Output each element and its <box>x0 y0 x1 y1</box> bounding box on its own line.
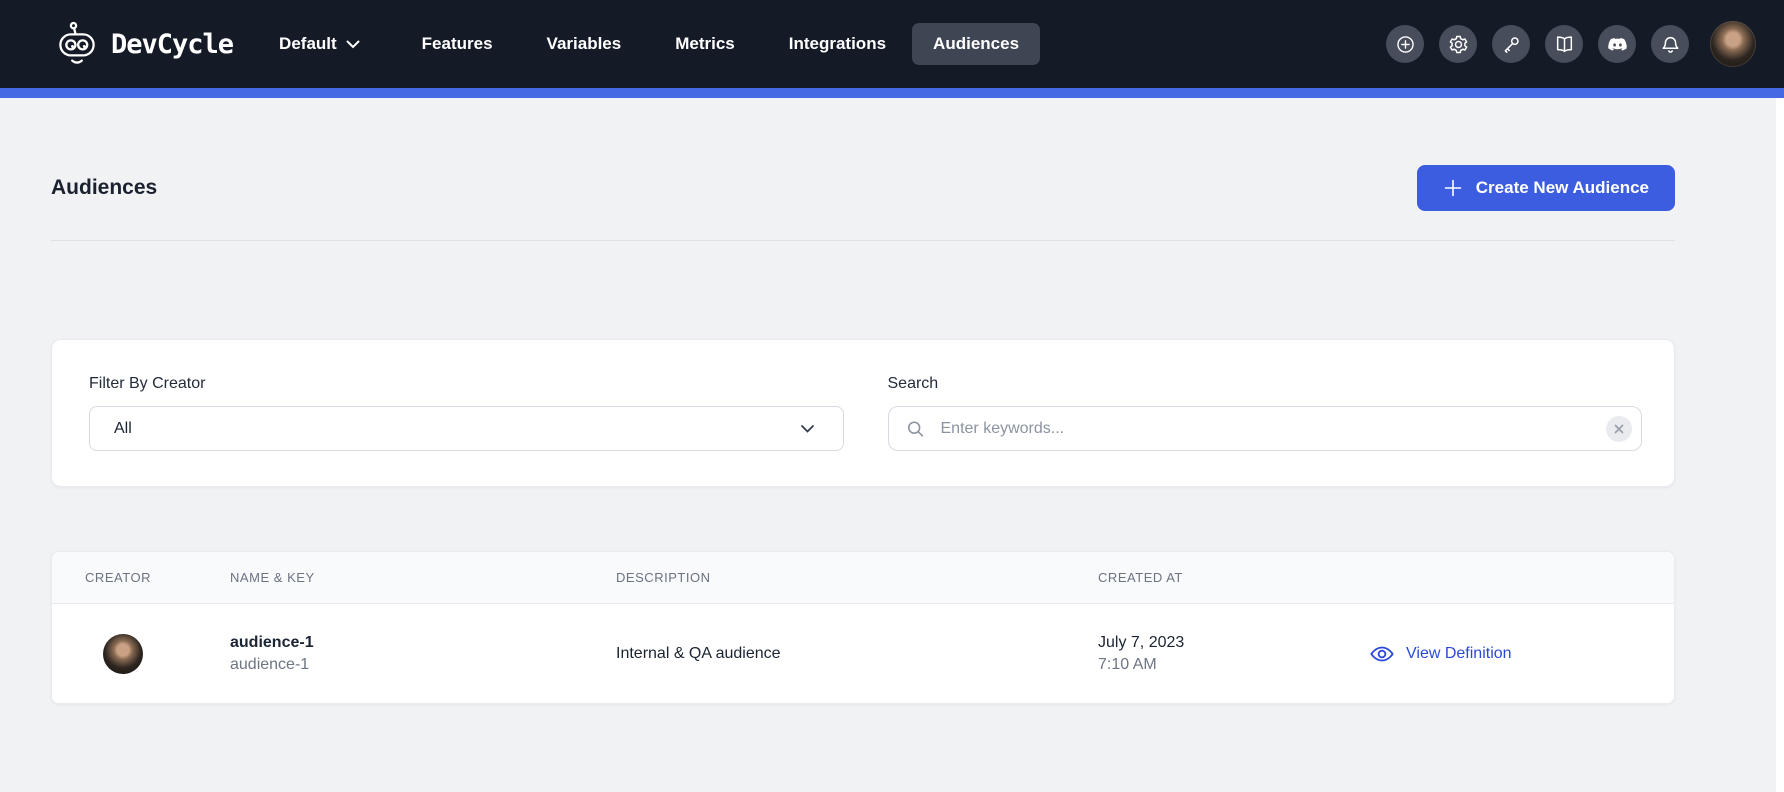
table-row[interactable]: audience-1 audience-1 Internal & QA audi… <box>52 604 1674 703</box>
view-definition-label: View Definition <box>1406 645 1512 663</box>
devcycle-robot-icon <box>56 21 98 67</box>
search-icon <box>905 418 926 439</box>
close-icon <box>1614 424 1624 434</box>
nav-item-features[interactable]: Features <box>422 34 493 54</box>
clear-search-button[interactable] <box>1606 416 1632 442</box>
creator-filter-value: All <box>114 420 132 438</box>
create-new-audience-button[interactable]: Create New Audience <box>1417 165 1675 211</box>
header-created-at: CREATED AT <box>1098 570 1369 585</box>
creator-filter-select[interactable]: All <box>89 406 844 451</box>
filters-card: Filter By Creator All Search <box>51 339 1675 487</box>
created-date: July 7, 2023 <box>1098 634 1369 652</box>
header-creator: CREATOR <box>85 570 230 585</box>
creator-filter-label: Filter By Creator <box>89 375 844 393</box>
view-definition-link[interactable]: View Definition <box>1369 641 1674 667</box>
discord-button[interactable] <box>1598 25 1636 63</box>
search-field-wrap <box>888 406 1643 451</box>
name-key-cell: audience-1 audience-1 <box>230 634 616 674</box>
creator-cell <box>85 634 230 674</box>
audience-name: audience-1 <box>230 634 616 652</box>
search-label: Search <box>888 375 1643 393</box>
gear-icon <box>1448 34 1469 55</box>
navbar-actions <box>1386 21 1756 67</box>
nav-item-variables[interactable]: Variables <box>547 34 622 54</box>
main-content: Audiences Create New Audience Filter By … <box>0 165 1784 704</box>
actions-cell: View Definition <box>1369 641 1674 667</box>
eye-icon <box>1369 641 1395 667</box>
nav-item-metrics[interactable]: Metrics <box>675 34 735 54</box>
main-nav: Features Variables Metrics Integrations <box>422 34 886 54</box>
project-selector[interactable]: Default <box>279 34 360 54</box>
nav-item-integrations[interactable]: Integrations <box>789 34 886 54</box>
plus-circle-icon <box>1395 34 1416 55</box>
docs-button[interactable] <box>1545 25 1583 63</box>
created-time: 7:10 AM <box>1098 656 1369 674</box>
page-title: Audiences <box>51 176 157 200</box>
nav-item-audiences-active[interactable]: Audiences <box>912 23 1040 65</box>
header-divider <box>51 240 1675 241</box>
key-icon <box>1501 34 1522 55</box>
search-input[interactable] <box>888 406 1643 451</box>
plus-icon <box>1443 178 1463 198</box>
discord-icon <box>1607 34 1628 55</box>
add-new-button[interactable] <box>1386 25 1424 63</box>
environment-accent-bar <box>0 88 1784 98</box>
scrollbar-track[interactable] <box>1776 98 1784 792</box>
book-icon <box>1554 34 1575 55</box>
creator-filter-group: Filter By Creator All <box>89 375 844 486</box>
user-avatar[interactable] <box>1710 21 1756 67</box>
top-navbar: DevCycle Default Features Variables Metr… <box>0 0 1784 88</box>
search-group: Search <box>888 375 1643 486</box>
chevron-down-icon <box>346 40 360 49</box>
create-new-audience-label: Create New Audience <box>1476 178 1649 198</box>
project-selector-label: Default <box>279 34 337 54</box>
brand-logo[interactable]: DevCycle <box>56 21 233 67</box>
description-cell: Internal & QA audience <box>616 645 1098 663</box>
api-keys-button[interactable] <box>1492 25 1530 63</box>
created-at-cell: July 7, 2023 7:10 AM <box>1098 634 1369 674</box>
settings-button[interactable] <box>1439 25 1477 63</box>
header-description: DESCRIPTION <box>616 570 1098 585</box>
brand-wordmark: DevCycle <box>111 29 233 60</box>
audiences-table: CREATOR NAME & KEY DESCRIPTION CREATED A… <box>51 551 1675 704</box>
table-header-row: CREATOR NAME & KEY DESCRIPTION CREATED A… <box>52 552 1674 604</box>
header-name-key: NAME & KEY <box>230 570 616 585</box>
audience-key: audience-1 <box>230 656 616 674</box>
audience-description: Internal & QA audience <box>616 645 1098 663</box>
creator-avatar <box>103 634 143 674</box>
notifications-button[interactable] <box>1651 25 1689 63</box>
page-header: Audiences Create New Audience <box>51 165 1675 211</box>
chevron-down-icon <box>800 424 815 433</box>
bell-icon <box>1660 34 1681 55</box>
